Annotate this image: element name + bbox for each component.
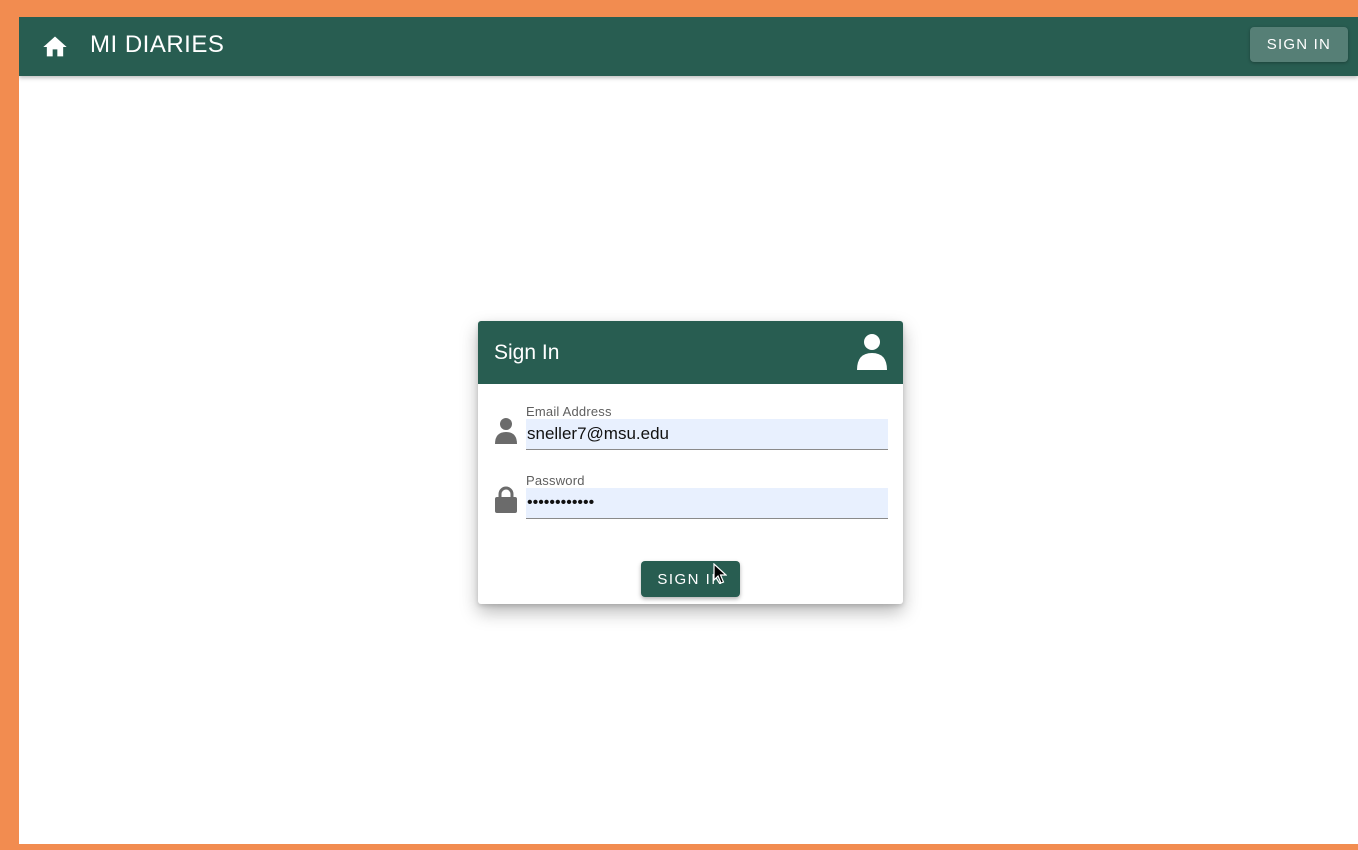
- email-input[interactable]: [526, 419, 888, 450]
- password-field-group: Password: [494, 473, 888, 520]
- person-icon: [857, 334, 887, 370]
- sign-in-card: Sign In Email Address Password SIGN IN: [478, 321, 903, 604]
- app-viewport: MI DIARIES SIGN IN Sign In Email Address: [19, 17, 1358, 844]
- sign-in-card-header: Sign In: [478, 321, 903, 384]
- home-icon: [43, 36, 67, 57]
- password-input[interactable]: [526, 488, 888, 519]
- app-bar: MI DIARIES SIGN IN: [19, 17, 1358, 76]
- appbar-sign-in-button[interactable]: SIGN IN: [1249, 27, 1348, 62]
- email-label: Email Address: [526, 404, 612, 419]
- password-label: Password: [526, 473, 585, 488]
- home-button[interactable]: [37, 29, 73, 65]
- app-title: MI DIARIES: [90, 31, 225, 58]
- sign-in-submit-button[interactable]: SIGN IN: [641, 561, 740, 597]
- person-icon: [495, 418, 517, 444]
- lock-icon: [495, 486, 517, 513]
- email-field-group: Email Address: [494, 404, 888, 451]
- sign-in-title: Sign In: [494, 341, 560, 364]
